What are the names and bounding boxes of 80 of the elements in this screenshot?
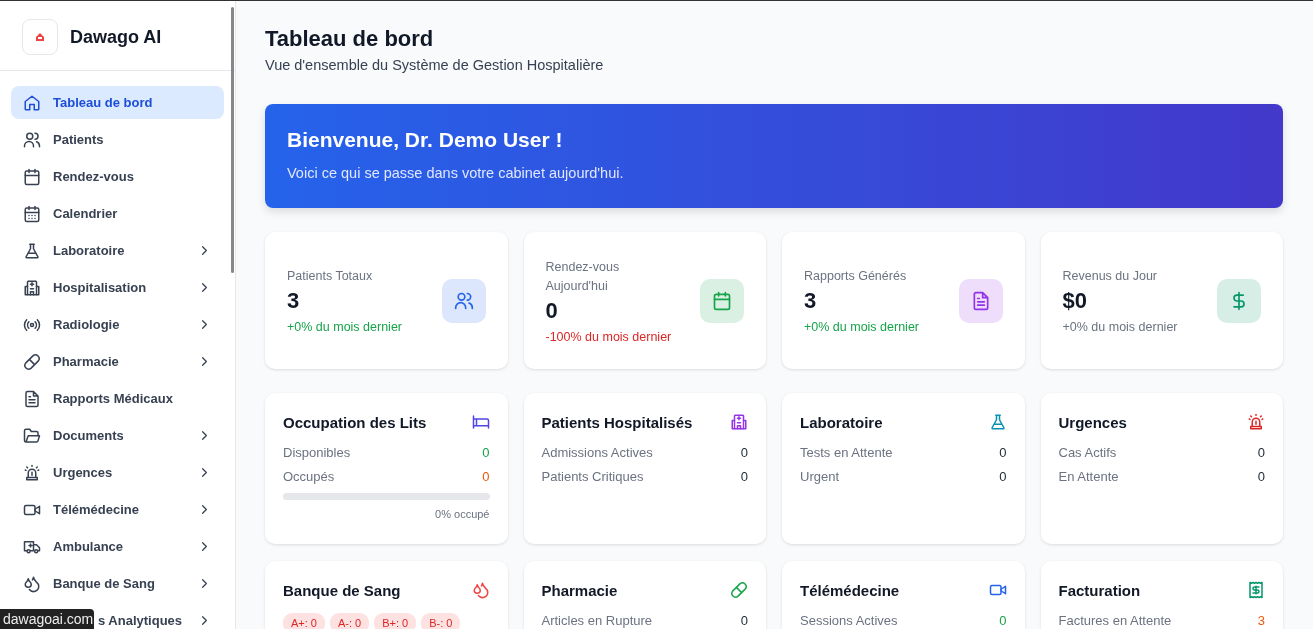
stat-change: -100% du mois dernier bbox=[545, 329, 672, 344]
sidebar-item[interactable]: Radiologie bbox=[11, 308, 224, 341]
sidebar-item[interactable]: Patients bbox=[11, 123, 224, 156]
metric-value: 0 bbox=[740, 613, 748, 628]
stat-label: Rendez-vous Aujourd'hui bbox=[545, 258, 621, 295]
metric-value: 0 bbox=[482, 445, 490, 460]
card-title: Patients Hospitalisés bbox=[541, 413, 693, 431]
metric-value: 0 bbox=[482, 469, 490, 484]
page-subtitle: Vue d'ensemble du Système de Gestion Hospitalière bbox=[265, 57, 605, 73]
metric-label: Patients Critiques bbox=[541, 469, 644, 484]
metric-label: Sessions Actives bbox=[800, 613, 898, 628]
metric-label: Disponibles bbox=[283, 445, 351, 460]
sidebar-item[interactable]: Ambulance bbox=[11, 530, 224, 563]
building-icon bbox=[23, 278, 41, 297]
logo-icon bbox=[22, 19, 58, 55]
metric-label: Admissions Actives bbox=[541, 445, 653, 460]
users-icon bbox=[23, 130, 41, 149]
folder-icon bbox=[23, 426, 41, 445]
card-title: Urgences bbox=[1058, 413, 1127, 431]
metric-label: Tests en Attente bbox=[800, 445, 893, 460]
metric-label: Articles en Rupture bbox=[541, 613, 653, 628]
sidebar-item[interactable]: Pharmacie bbox=[11, 345, 224, 378]
card-title: Occupation des Lits bbox=[283, 413, 427, 431]
siren-icon bbox=[23, 463, 41, 482]
sidebar-item[interactable]: Hospitalisation bbox=[11, 271, 224, 304]
stat-change: +0% du mois dernier bbox=[804, 320, 920, 334]
card-title: Banque de Sang bbox=[283, 581, 401, 599]
metric-label: Cas Actifs bbox=[1058, 445, 1117, 460]
card-title: Télémédecine bbox=[800, 581, 900, 599]
stat-change: +0% du mois dernier bbox=[1062, 320, 1179, 334]
document-icon bbox=[23, 389, 41, 408]
calendar-icon bbox=[23, 167, 41, 186]
card-title: Pharmacie bbox=[541, 581, 618, 599]
metric-label: Urgent bbox=[800, 469, 840, 484]
metric-label: Factures en Attente bbox=[1058, 613, 1172, 628]
sidebar-item[interactable]: Banque de Sang bbox=[11, 567, 224, 600]
metric-value: 0 bbox=[740, 445, 748, 460]
progress-caption: 0% occupé bbox=[434, 508, 490, 520]
stat-value: 0 bbox=[545, 297, 559, 324]
metric-value: 0 bbox=[1257, 469, 1265, 484]
sidebar-item[interactable]: Rapports Médicaux bbox=[11, 382, 224, 415]
house-icon bbox=[23, 93, 41, 112]
pill-icon bbox=[23, 352, 41, 371]
brand-name: Dawago AI bbox=[70, 26, 162, 48]
blood-type-tag: B-: 0 bbox=[421, 613, 461, 629]
sidebar-item[interactable]: Tableau de bord bbox=[11, 86, 224, 119]
banner-title: Bienvenue, Dr. Demo User ! bbox=[287, 128, 564, 152]
metric-label: Occupés bbox=[283, 469, 335, 484]
metric-value: 0 bbox=[740, 469, 748, 484]
sidebar-item[interactable]: s Analytiques bbox=[98, 604, 224, 629]
sidebar-item[interactable]: Urgences bbox=[11, 456, 224, 489]
page-title: Tableau de bord bbox=[265, 26, 435, 52]
card-title: Facturation bbox=[1058, 581, 1141, 599]
calendar-icon bbox=[23, 204, 41, 223]
card-title: Laboratoire bbox=[800, 413, 883, 431]
banner-text: Voici ce qui se passe dans votre cabinet aujourd'hui. bbox=[287, 165, 625, 181]
metric-value: 0 bbox=[999, 613, 1007, 628]
blood-type-tag: B+: 0 bbox=[374, 613, 417, 629]
stat-change: +0% du mois dernier bbox=[287, 320, 403, 334]
metric-value: 0 bbox=[999, 469, 1007, 484]
flask-icon bbox=[23, 241, 41, 260]
sidebar-item[interactable]: Calendrier bbox=[11, 197, 224, 230]
stat-label: Patients Totaux bbox=[287, 268, 374, 285]
droplets-icon bbox=[23, 574, 41, 593]
metric-value: 0 bbox=[1257, 445, 1265, 460]
sidebar-item[interactable]: Documents bbox=[11, 419, 224, 452]
metric-label: En Attente bbox=[1058, 469, 1119, 484]
metric-value: 0 bbox=[999, 445, 1007, 460]
stat-value: $0 bbox=[1062, 288, 1088, 314]
status-tooltip: dawagoai.com bbox=[0, 609, 94, 629]
stat-label: Rapports Générés bbox=[804, 268, 908, 285]
blood-type-tag: A-: 0 bbox=[330, 613, 370, 629]
stat-value: 3 bbox=[804, 288, 818, 314]
metric-value: 3 bbox=[1257, 613, 1265, 628]
blood-type-tag: A+: 0 bbox=[283, 613, 325, 629]
sidebar-item[interactable]: Rendez-vous bbox=[11, 160, 224, 193]
stat-label: Revenus du Jour bbox=[1062, 268, 1158, 285]
sidebar-item[interactable]: Télémédecine bbox=[11, 493, 224, 526]
sidebar-item[interactable]: Laboratoire bbox=[11, 234, 224, 267]
stat-value: 3 bbox=[287, 288, 301, 314]
